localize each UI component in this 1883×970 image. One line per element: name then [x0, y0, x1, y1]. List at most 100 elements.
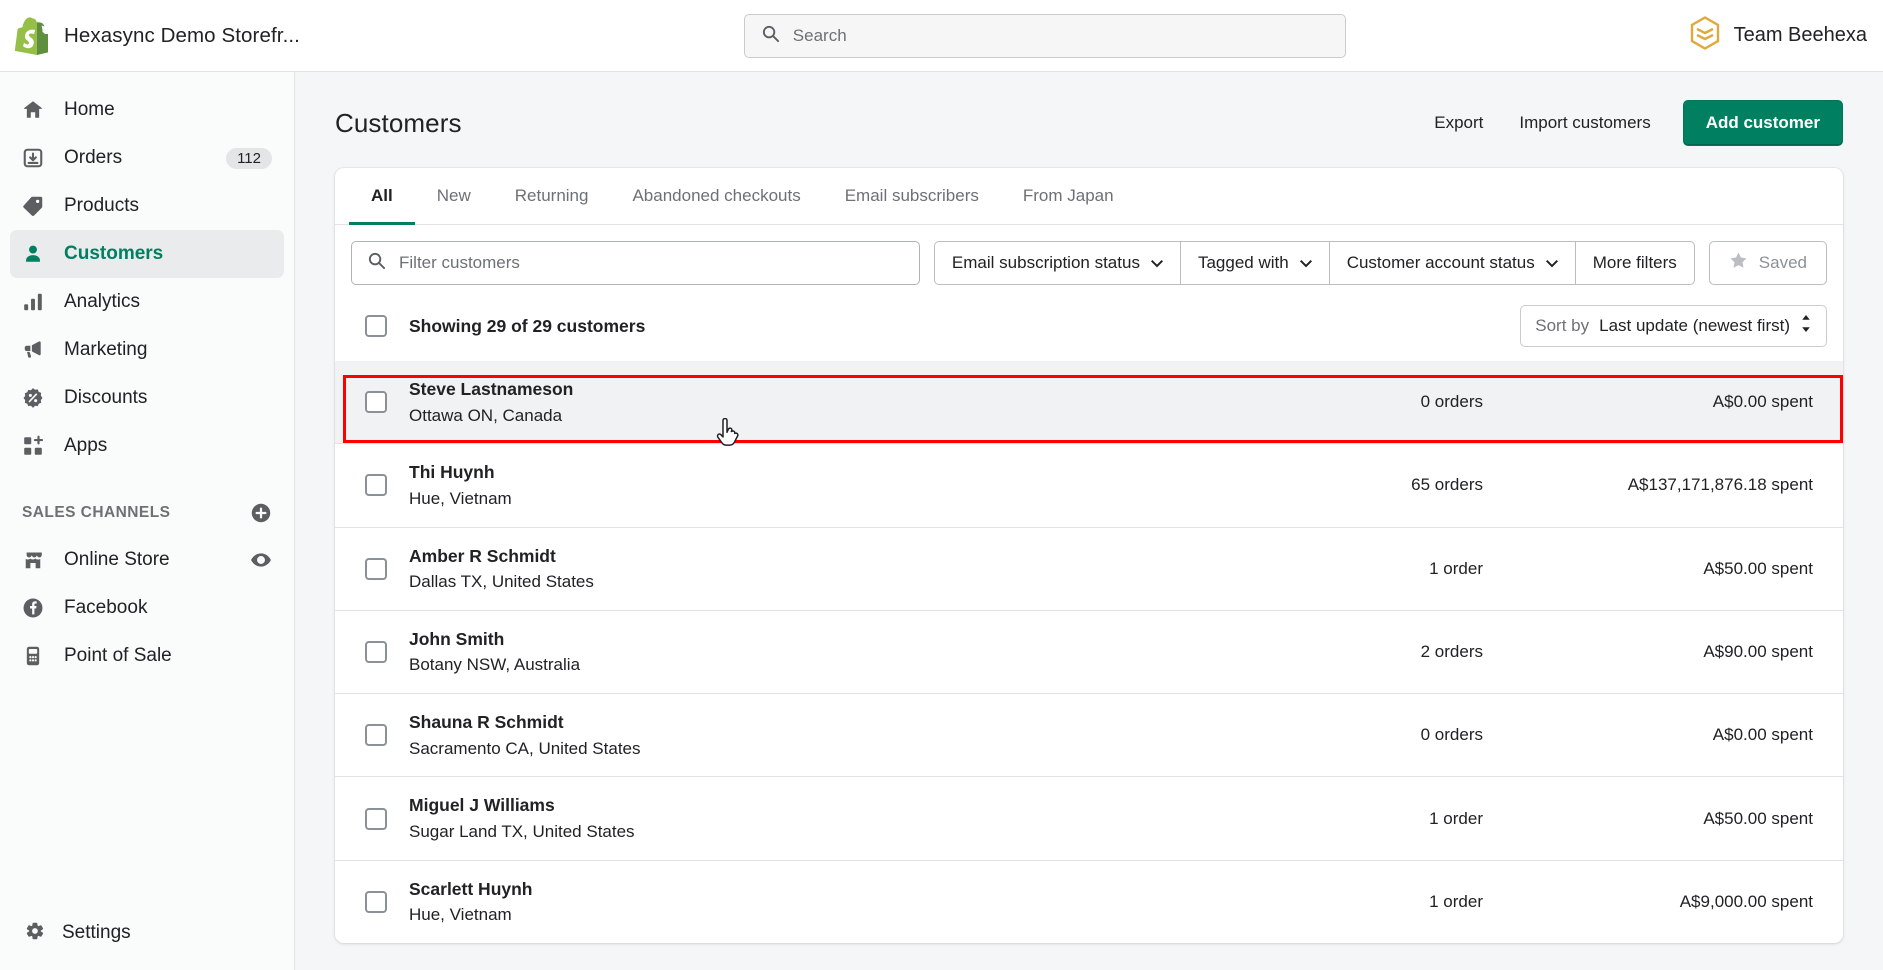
sidebar-item-online-store[interactable]: Online Store	[10, 536, 284, 584]
sidebar-item-facebook[interactable]: Facebook	[10, 584, 284, 632]
sidebar-item-settings[interactable]: Settings	[0, 906, 294, 960]
beehexa-hexagon-icon	[1690, 16, 1720, 55]
dropdown-label: Customer account status	[1346, 253, 1535, 272]
customer-account-status-dropdown[interactable]: Customer account status	[1328, 241, 1575, 285]
sidebar-item-products[interactable]: Products	[10, 182, 284, 230]
sidebar-item-label: Facebook	[64, 597, 148, 618]
table-row[interactable]: Scarlett Huynh Hue, Vietnam 1 order A$9,…	[335, 859, 1843, 944]
table-row[interactable]: Shauna R Schmidt Sacramento CA, United S…	[335, 693, 1843, 777]
apps-grid-plus-icon	[22, 435, 52, 457]
row-checkbox[interactable]	[365, 557, 387, 580]
customer-orders: 0 orders	[1420, 725, 1483, 745]
chevron-down-icon	[1545, 253, 1558, 273]
sort-prefix-label: Sort by	[1535, 316, 1590, 335]
plus-circle-icon[interactable]	[250, 502, 272, 524]
sidebar-item-analytics[interactable]: Analytics	[10, 278, 284, 326]
table-row[interactable]: John Smith Botany NSW, Australia 2 order…	[335, 609, 1843, 694]
row-checkbox[interactable]	[365, 391, 387, 414]
customer-name: John Smith	[409, 628, 505, 649]
discounts-percent-icon	[22, 387, 52, 409]
account-menu[interactable]: Team Beehexa	[1690, 16, 1883, 55]
saved-filters-button[interactable]: Saved	[1708, 241, 1827, 285]
online-store-icon	[22, 549, 52, 571]
table-row[interactable]: Miguel J Williams Sugar Land TX, United …	[335, 776, 1843, 860]
sidebar-item-customers[interactable]: Customers	[10, 230, 284, 278]
sidebar-item-label: Products	[64, 195, 139, 216]
add-customer-button[interactable]: Add customer	[1682, 100, 1843, 146]
sort-updown-icon	[1800, 315, 1812, 337]
customer-location: Botany NSW, Australia	[409, 655, 581, 675]
customer-spent: A$0.00 spent	[1712, 392, 1813, 412]
table-row[interactable]: Amber R Schmidt Dallas TX, United States…	[335, 526, 1843, 610]
export-button[interactable]: Export	[1416, 103, 1501, 143]
row-checkbox[interactable]	[365, 807, 387, 830]
row-checkbox[interactable]	[365, 724, 387, 747]
table-row[interactable]: Thi Huynh Hue, Vietnam 65 orders A$137,1…	[335, 443, 1843, 527]
customer-spent: A$9,000.00 spent	[1679, 891, 1813, 911]
customer-tabs: All New Returning Abandoned checkouts Em…	[335, 168, 1843, 225]
eye-icon[interactable]	[250, 549, 272, 571]
home-icon	[22, 99, 52, 121]
sidebar-item-discounts[interactable]: Discounts	[10, 374, 284, 422]
customer-name: Steve Lastnameson	[409, 379, 574, 399]
row-checkbox[interactable]	[365, 641, 387, 664]
email-subscription-status-dropdown[interactable]: Email subscription status	[933, 241, 1180, 285]
sidebar-item-label: Marketing	[64, 339, 148, 360]
customer-info: Steve Lastnameson Ottawa ON, Canada	[409, 377, 573, 427]
store-brand[interactable]: Hexasync Demo Storefr...	[0, 16, 400, 55]
search-icon	[761, 24, 780, 48]
customer-name: Amber R Schmidt	[409, 545, 556, 566]
more-filters-button[interactable]: More filters	[1574, 241, 1695, 285]
sidebar-item-label: Analytics	[64, 291, 141, 312]
customer-name: Scarlett Huynh	[409, 878, 533, 899]
global-search-wrapper: Search	[400, 13, 1690, 58]
saved-label: Saved	[1758, 253, 1807, 272]
search-input[interactable]: Search	[743, 13, 1346, 58]
customer-location: Hue, Vietnam	[409, 905, 512, 925]
customer-orders: 0 orders	[1420, 392, 1483, 412]
sort-value-label: Last update (newest first)	[1599, 316, 1790, 335]
chevron-down-icon	[1299, 253, 1312, 273]
sidebar: Home Orders 112 Products Customers Analy…	[0, 72, 295, 970]
tab-returning[interactable]: Returning	[493, 168, 611, 225]
sidebar-item-home[interactable]: Home	[10, 86, 284, 134]
showing-count-text: Showing 29 of 29 customers	[409, 315, 646, 336]
tab-all[interactable]: All	[349, 168, 415, 225]
row-checkbox[interactable]	[365, 474, 387, 497]
customer-spent: A$0.00 spent	[1712, 725, 1813, 745]
tab-new[interactable]: New	[415, 168, 493, 225]
customer-info: Shauna R Schmidt Sacramento CA, United S…	[409, 710, 641, 760]
tab-email-subscribers[interactable]: Email subscribers	[823, 168, 1001, 225]
top-bar: Hexasync Demo Storefr... Search Team Bee…	[0, 0, 1883, 72]
main-content: Customers Export Import customers Add cu…	[295, 72, 1883, 970]
customers-person-icon	[22, 243, 52, 265]
dropdown-label: Tagged with	[1197, 253, 1289, 272]
gear-icon	[22, 919, 46, 948]
customer-spent: A$90.00 spent	[1703, 642, 1813, 662]
sidebar-item-orders[interactable]: Orders 112	[10, 134, 284, 182]
select-all-checkbox[interactable]	[365, 315, 387, 337]
marketing-megaphone-icon	[22, 339, 52, 361]
customer-location: Ottawa ON, Canada	[409, 405, 563, 425]
sort-by-dropdown[interactable]: Sort by Last update (newest first)	[1520, 305, 1827, 347]
page-title: Customers	[335, 107, 462, 138]
sidebar-item-marketing[interactable]: Marketing	[10, 326, 284, 374]
settings-label: Settings	[62, 922, 131, 943]
sidebar-item-apps[interactable]: Apps	[10, 422, 284, 470]
sidebar-item-point-of-sale[interactable]: Point of Sale	[10, 632, 284, 680]
account-name: Team Beehexa	[1733, 24, 1867, 46]
page-header-actions: Export Import customers Add customer	[1416, 100, 1843, 146]
analytics-bars-icon	[22, 291, 52, 313]
products-tag-icon	[22, 195, 52, 217]
orders-badge: 112	[226, 147, 272, 169]
customer-orders: 65 orders	[1411, 475, 1483, 495]
tab-from-japan[interactable]: From Japan	[1001, 168, 1136, 225]
row-checkbox[interactable]	[365, 890, 387, 913]
table-row[interactable]: Steve Lastnameson Ottawa ON, Canada 0 or…	[335, 361, 1843, 444]
shopify-bag-icon	[14, 16, 51, 55]
dropdown-label: Email subscription status	[951, 253, 1140, 272]
filter-customers-input[interactable]: Filter customers	[351, 241, 920, 285]
import-customers-button[interactable]: Import customers	[1501, 103, 1668, 143]
tagged-with-dropdown[interactable]: Tagged with	[1179, 241, 1329, 285]
tab-abandoned-checkouts[interactable]: Abandoned checkouts	[610, 168, 822, 225]
